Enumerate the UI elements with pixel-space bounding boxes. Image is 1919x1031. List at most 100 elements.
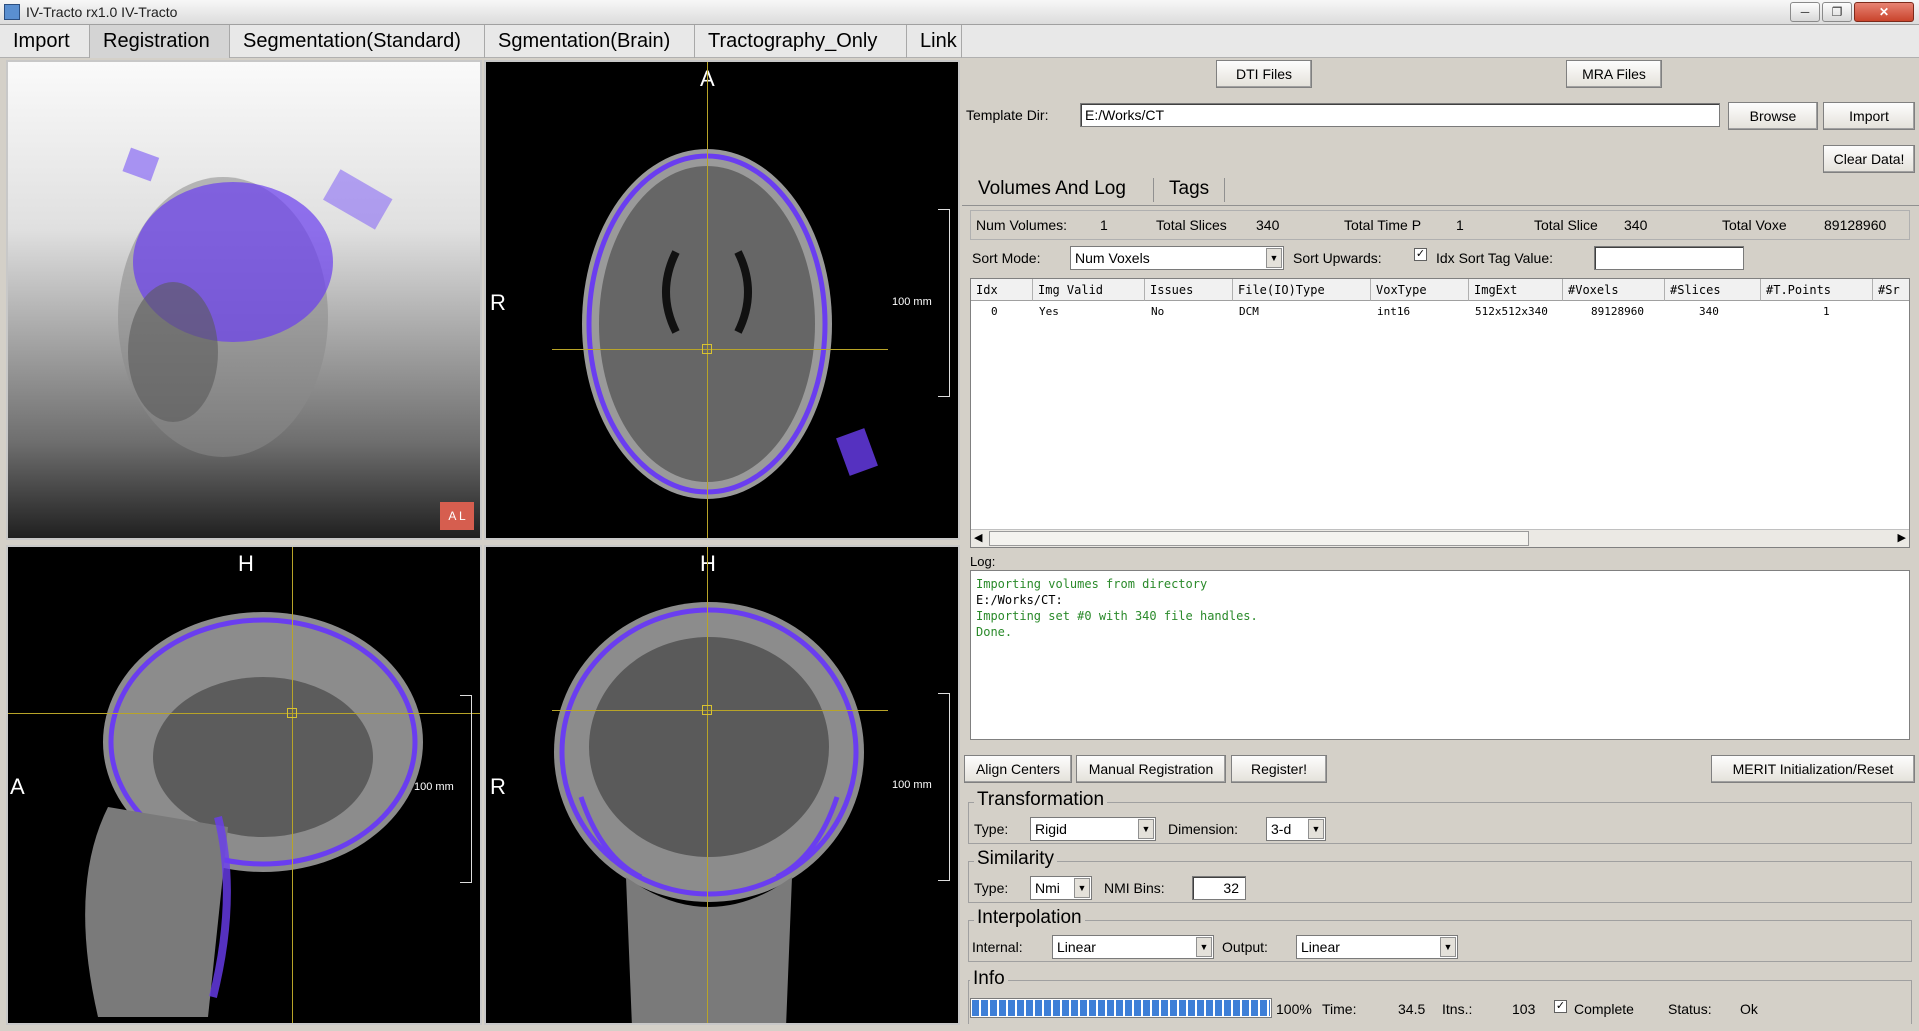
internal-interp-value: Linear <box>1057 939 1096 955</box>
column-header-issues[interactable]: Issues <box>1145 279 1233 301</box>
head-render-image <box>118 147 393 457</box>
chevron-down-icon: ▼ <box>1266 248 1282 268</box>
tab-tags[interactable]: Tags <box>1169 178 1209 200</box>
manual-registration-button[interactable]: Manual Registration <box>1076 755 1226 783</box>
tab-segmentation-standard[interactable]: Segmentation(Standard) <box>230 25 485 58</box>
horizontal-scrollbar[interactable]: ◀ ▶ <box>971 529 1909 547</box>
tab-link[interactable]: Link <box>907 25 962 58</box>
column-header-idx[interactable]: Idx <box>971 279 1033 301</box>
orientation-cube[interactable]: A L <box>440 502 474 530</box>
column-header-voxtype[interactable]: VoxType <box>1371 279 1469 301</box>
tag-value-field[interactable] <box>1594 246 1744 270</box>
sagittal-view[interactable]: H A 100 mm <box>6 545 482 1025</box>
itns-label: Itns.: <box>1442 1001 1473 1017</box>
sort-mode-select[interactable]: Num Voxels ▼ <box>1070 246 1284 270</box>
log-line: E:/Works/CT: <box>976 593 1063 607</box>
sort-mode-label: Sort Mode: <box>972 250 1041 266</box>
axial-left-label: R <box>490 290 506 315</box>
tab-divider <box>1224 178 1225 202</box>
status-value: Ok <box>1740 1001 1758 1017</box>
time-label: Time: <box>1322 1001 1357 1017</box>
close-button[interactable]: ✕ <box>1854 2 1914 22</box>
sort-mode-value: Num Voxels <box>1075 250 1150 266</box>
crosshair-vertical <box>707 547 708 1023</box>
template-dir-label: Template Dir: <box>966 107 1049 123</box>
scroll-left-icon[interactable]: ◀ <box>974 531 982 544</box>
column-header-file-type[interactable]: File(IO)Type <box>1233 279 1371 301</box>
sagittal-left-label: A <box>10 774 25 799</box>
sagittal-top-label: H <box>238 551 254 576</box>
merit-init-button[interactable]: MERIT Initialization/Reset <box>1711 755 1915 783</box>
column-header-t-points[interactable]: #T.Points <box>1761 279 1873 301</box>
internal-interp-select[interactable]: Linear ▼ <box>1052 935 1214 959</box>
axial-slice-image <box>582 149 878 499</box>
column-header-sr[interactable]: #Sr <box>1873 279 1909 301</box>
align-centers-button[interactable]: Align Centers <box>964 755 1072 783</box>
crosshair-vertical <box>707 62 708 538</box>
similarity-title: Similarity <box>974 848 1058 870</box>
interpolation-title: Interpolation <box>974 907 1085 929</box>
info-title: Info <box>970 968 1008 990</box>
total-slices-value: 340 <box>1256 217 1280 233</box>
crosshair-center[interactable] <box>702 344 712 354</box>
cell-idx: 0 <box>991 305 998 318</box>
progress-bar <box>970 998 1272 1018</box>
tab-volumes-and-log[interactable]: Volumes And Log <box>978 178 1126 200</box>
minimize-button[interactable]: ─ <box>1790 2 1820 22</box>
log-line: Importing volumes from directory <box>976 577 1208 591</box>
dti-files-button[interactable]: DTI Files <box>1216 60 1312 88</box>
num-volumes-label: Num Volumes: <box>976 217 1068 233</box>
crosshair-center[interactable] <box>287 708 297 718</box>
coronal-left-label: R <box>490 774 506 799</box>
column-header-imgext[interactable]: ImgExt <box>1469 279 1563 301</box>
dimension-select[interactable]: 3-d ▼ <box>1266 817 1326 841</box>
app-icon <box>4 4 20 20</box>
scrollbar-thumb[interactable] <box>989 531 1529 546</box>
tag-value-label: Idx Sort Tag Value: <box>1436 250 1553 266</box>
scale-bar <box>460 695 472 883</box>
crosshair-center[interactable] <box>702 705 712 715</box>
mra-files-button[interactable]: MRA Files <box>1566 60 1662 88</box>
column-header-slices[interactable]: #Slices <box>1665 279 1761 301</box>
register-button[interactable]: Register! <box>1231 755 1327 783</box>
maximize-button[interactable]: ❐ <box>1822 2 1852 22</box>
coronal-view[interactable]: H R 100 mm <box>484 545 960 1025</box>
scale-label: 100 mm <box>414 781 454 793</box>
scroll-right-icon[interactable]: ▶ <box>1898 531 1906 544</box>
similarity-type-select[interactable]: Nmi ▼ <box>1030 876 1092 900</box>
transform-type-select[interactable]: Rigid ▼ <box>1030 817 1156 841</box>
tab-import[interactable]: Import <box>0 25 90 58</box>
volume-render-view[interactable]: A L <box>6 60 482 540</box>
output-interp-select[interactable]: Linear ▼ <box>1296 935 1458 959</box>
scale-label: 100 mm <box>892 779 932 791</box>
progress-fill <box>972 1000 1270 1016</box>
axial-view[interactable]: A R 100 mm <box>484 60 960 540</box>
cell-voxels: 89128960 <box>1591 305 1644 318</box>
itns-value: 103 <box>1512 1001 1536 1017</box>
sagittal-slice-image <box>85 612 423 1017</box>
column-header-voxels[interactable]: #Voxels <box>1563 279 1665 301</box>
output-label: Output: <box>1222 939 1268 955</box>
sort-upwards-checkbox[interactable]: ✓ <box>1414 248 1427 261</box>
template-dir-field[interactable]: E:/Works/CT <box>1080 103 1720 127</box>
crosshair-vertical <box>292 547 293 1023</box>
import-button[interactable]: Import <box>1823 102 1915 130</box>
tab-divider <box>1153 178 1154 202</box>
total-voxels-value: 89128960 <box>1824 217 1887 233</box>
tab-segmentation-brain[interactable]: Sgmentation(Brain) <box>485 25 695 58</box>
browse-button[interactable]: Browse <box>1728 102 1818 130</box>
crosshair-horizontal <box>552 349 888 350</box>
chevron-down-icon: ▼ <box>1138 819 1154 839</box>
total-slice2-label: Total Slice <box>1534 217 1598 233</box>
tab-registration[interactable]: Registration <box>90 25 230 58</box>
tab-tractography-only[interactable]: Tractography_Only <box>695 25 907 58</box>
log-line: Done. <box>976 625 1013 639</box>
column-header-img-valid[interactable]: Img Valid <box>1033 279 1145 301</box>
total-slice2-value: 340 <box>1624 217 1648 233</box>
tab-underline <box>962 205 1919 206</box>
log-panel[interactable]: Importing volumes from directory E:/Work… <box>970 570 1910 740</box>
scale-bar <box>938 209 950 397</box>
chevron-down-icon: ▼ <box>1308 819 1324 839</box>
clear-data-button[interactable]: Clear Data! <box>1823 145 1915 173</box>
nmi-bins-field[interactable]: 32 <box>1192 876 1246 900</box>
